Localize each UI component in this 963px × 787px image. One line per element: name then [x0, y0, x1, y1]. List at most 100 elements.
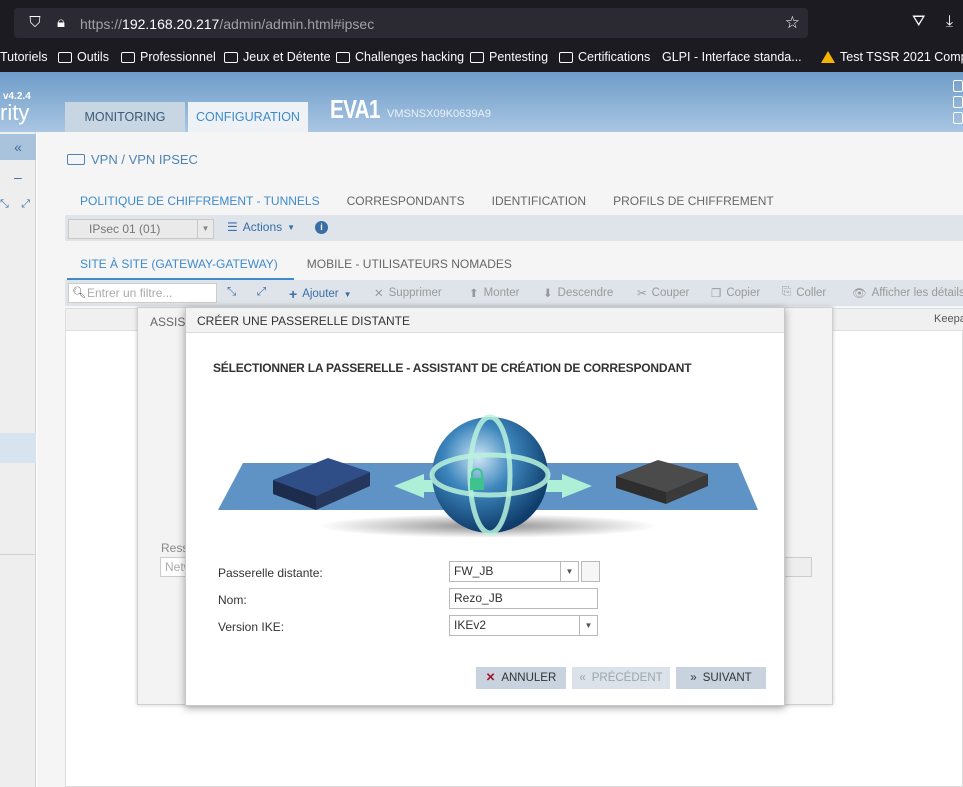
actions-menu[interactable]: ☰ Actions ▼ [227, 220, 295, 234]
policy-select[interactable]: IPsec 01 (01) ▼ [68, 219, 214, 239]
bookmark-label: GLPI - Interface standa... [662, 50, 802, 64]
delete-button[interactable]: ✕ Supprimer [374, 286, 442, 300]
url-host: 192.168.20.217 [122, 16, 220, 32]
copy-button[interactable]: ❐ Copier [711, 286, 760, 300]
move-down-button[interactable]: ⬇ Descendre [543, 286, 613, 300]
delete-label: Supprimer [388, 287, 442, 299]
bookmark-label: Certifications [578, 50, 651, 64]
cut-label: Couper [651, 287, 690, 299]
divider [0, 554, 36, 555]
previous-button[interactable]: « PRÉCÉDENT [572, 667, 670, 689]
selected-menu-item[interactable] [0, 433, 36, 463]
breadcrumb: VPN / VPN IPSEC [67, 152, 198, 167]
download-icon[interactable]: ⤓ [946, 13, 953, 31]
lock-icon[interactable]: 🔒︎ [52, 14, 70, 32]
cancel-button[interactable]: ✕ ANNULER [476, 667, 566, 689]
bookmark-item[interactable]: Test TSSR 2021 Compti... [821, 50, 963, 64]
down-label: Descendre [557, 287, 614, 299]
collapse-all-icon[interactable]: ⤡ [0, 198, 9, 211]
chevron-down-icon: ▼ [287, 222, 296, 232]
pocket-icon[interactable]: ⛛ [912, 13, 925, 31]
folder-icon [470, 51, 484, 63]
chevron-down-icon[interactable]: ▼ [579, 616, 597, 635]
collapse-tree-icon[interactable]: – [14, 169, 22, 185]
brand-logo: rity [0, 100, 30, 125]
bookmark-item[interactable]: GLPI - Interface standa... [662, 50, 802, 64]
bookmark-label: Jeux et Détente [243, 50, 331, 64]
info-icon[interactable]: i [315, 221, 328, 234]
folder-icon [58, 51, 72, 63]
show-details-label: Afficher les détails [871, 287, 963, 299]
filter-input[interactable]: 🔍︎ Entrer un filtre... [68, 283, 217, 303]
double-chevron-left-icon: « [579, 672, 586, 684]
chevron-down-icon[interactable]: ▼ [197, 220, 213, 238]
expand-icon[interactable]: ⤢ [257, 286, 266, 299]
window-icon[interactable] [953, 96, 963, 108]
bookmark-item[interactable]: Jeux et Détente [224, 50, 331, 64]
name-label: Nom: [218, 593, 247, 607]
dialog-title: CRÉER UNE PASSERELLE DISTANTE [197, 314, 410, 328]
url-text[interactable]: https://192.168.20.217/admin/admin.html#… [80, 16, 374, 32]
show-details-button[interactable]: 👁︎ Afficher les détails [852, 286, 963, 300]
gateway-value: FW_JB [454, 564, 494, 578]
rules-toolbar: 🔍︎ Entrer un filtre... ⤡ ⤢ + Ajouter ▼ ✕ Sup… [65, 280, 963, 306]
collapse-icon[interactable]: ⤡ [227, 286, 236, 299]
add-button[interactable]: + Ajouter ▼ [289, 286, 352, 302]
column-header[interactable]: Keepa [934, 313, 963, 325]
google-drive-icon [821, 51, 835, 63]
search-icon: 🔍︎ [72, 287, 86, 299]
policy-toolbar: IPsec 01 (01) ▼ ☰ Actions ▼ i [65, 215, 963, 241]
chevron-down-icon[interactable]: ▼ [560, 562, 578, 581]
tab-monitoring[interactable]: MONITORING [65, 102, 185, 132]
sub-tabs: SITE À SITE (GATEWAY-GATEWAY) MOBILE - U… [67, 256, 528, 281]
add-gateway-icon[interactable] [581, 561, 600, 582]
copy-icon: ❐ [711, 288, 722, 300]
double-chevron-right-icon: » [690, 672, 697, 684]
close-icon: ✕ [485, 672, 496, 684]
bookmarks-bar: Tutoriels Outils Professionnel Jeux et D… [0, 44, 963, 72]
bookmark-item[interactable]: Outils [58, 50, 109, 64]
bookmark-item[interactable]: Tutoriels [0, 50, 47, 64]
expand-all-icon[interactable]: ⤢ [21, 198, 30, 211]
bookmark-item[interactable]: Challenges hacking [336, 50, 464, 64]
tab-configuration[interactable]: CONFIGURATION [188, 102, 308, 132]
browser-chrome: ⛉ 🔒︎ https://192.168.20.217/admin/admin.… [0, 0, 963, 72]
next-button[interactable]: » SUIVANT [676, 667, 766, 689]
user-icon[interactable] [953, 80, 963, 92]
bookmark-label: Challenges hacking [355, 50, 465, 64]
gateway-select[interactable]: FW_JB ▼ [449, 561, 579, 582]
close-icon: ✕ [374, 288, 384, 300]
lock-icon [470, 478, 484, 490]
tab-mobile[interactable]: MOBILE - UTILISATEURS NOMADES [294, 256, 528, 281]
previous-label: PRÉCÉDENT [591, 672, 663, 684]
arrow-down-icon: ⬇ [543, 288, 553, 300]
paste-button[interactable]: ⎘ Coller [782, 286, 826, 299]
logout-icon[interactable] [953, 112, 963, 124]
move-up-button[interactable]: ⬆ Monter [469, 286, 519, 300]
bookmark-label: Pentesting [489, 50, 549, 64]
copy-label: Copier [726, 287, 761, 299]
bookmark-item[interactable]: Pentesting [470, 50, 548, 64]
ike-version-value: IKEv2 [454, 618, 487, 632]
ike-version-select[interactable]: IKEv2 ▼ [449, 615, 598, 636]
tab-site-to-site[interactable]: SITE À SITE (GATEWAY-GATEWAY) [67, 256, 294, 281]
folder-icon [559, 51, 573, 63]
url-bar[interactable]: ⛉ 🔒︎ https://192.168.20.217/admin/admin.… [14, 8, 808, 38]
globe-icon [432, 417, 548, 533]
plus-icon: + [289, 286, 298, 302]
tree-toolbar: ⤡ ⤢ [0, 198, 36, 211]
dialog-header: CRÉER UNE PASSERELLE DISTANTE [186, 308, 784, 333]
bookmark-item[interactable]: Professionnel [121, 50, 216, 64]
bookmark-item[interactable]: Certifications [559, 50, 650, 64]
name-input[interactable]: Rezo_JB [449, 588, 598, 609]
actions-label: Actions [242, 220, 283, 234]
firewall-name: EVA1 [330, 94, 380, 124]
shield-icon[interactable]: ⛉ [26, 14, 44, 32]
gateway-label: Passerelle distante: [218, 566, 323, 580]
add-label: Ajouter [302, 288, 339, 300]
cut-button[interactable]: ✂ Couper [637, 286, 689, 300]
eye-icon: 👁︎ [852, 288, 867, 300]
url-scheme: https:// [80, 16, 123, 32]
collapse-panel-button[interactable]: « [0, 134, 36, 160]
bookmark-star-icon[interactable]: ☆ [785, 13, 800, 33]
